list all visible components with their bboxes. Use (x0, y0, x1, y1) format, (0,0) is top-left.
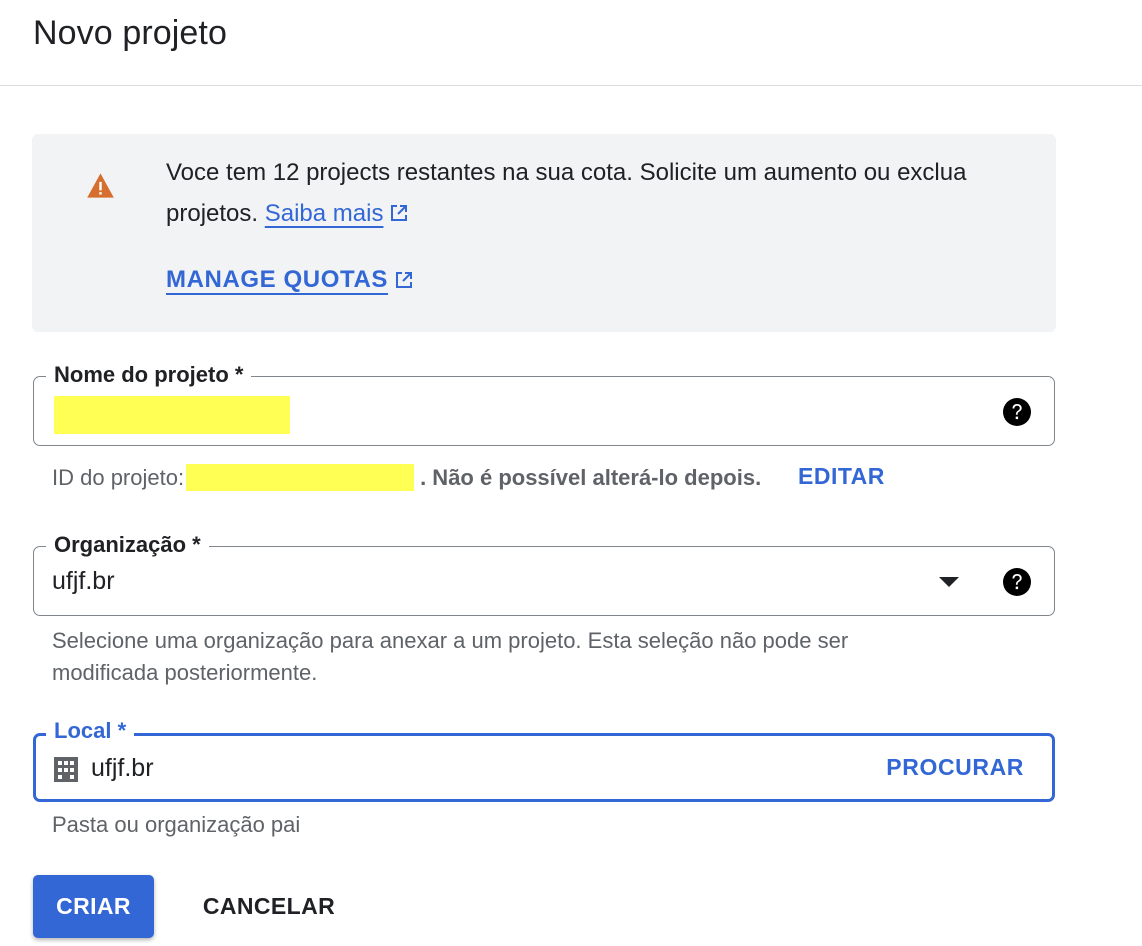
building-icon (54, 757, 78, 782)
location-value: ufjf.br (91, 754, 154, 782)
cancel-button[interactable]: CANCELAR (185, 875, 353, 938)
external-link-icon (391, 205, 408, 221)
project-id-prefix: ID do projeto: (52, 464, 185, 490)
manage-quotas-label: MANAGE QUOTAS (166, 266, 389, 293)
project-id-line: ID do projeto: . Não é possível alterá-l… (52, 464, 761, 491)
edit-project-id-button[interactable]: EDITAR (798, 463, 885, 490)
external-link-icon (396, 272, 413, 288)
manage-quotas-link[interactable]: MANAGE QUOTAS (166, 266, 414, 294)
warning-icon (87, 173, 114, 198)
organization-help-text: Selecione uma organização para anexar a … (52, 628, 849, 685)
help-icon[interactable] (1002, 397, 1032, 427)
project-id-note: . Não é possível alterá-lo depois. (420, 464, 762, 490)
project-name-field[interactable]: Nome do projeto * (33, 361, 1055, 446)
organization-value: ufjf.br (52, 567, 115, 595)
help-icon[interactable] (1002, 567, 1032, 597)
dropdown-arrow-icon[interactable] (939, 577, 959, 587)
organization-select[interactable]: Organização * ufjf.br (33, 531, 1055, 616)
quota-message: Voce tem 12 projects restantes na sua co… (166, 152, 1026, 234)
browse-button[interactable]: PROCURAR (886, 754, 1024, 781)
project-name-label: Nome do projeto * (46, 361, 252, 389)
location-help-text: Pasta ou organização pai (52, 812, 301, 837)
location-label: Local * (46, 717, 135, 745)
page-title: Novo projeto (33, 14, 227, 52)
redacted-project-name (54, 396, 290, 434)
create-button[interactable]: CRIAR (33, 875, 154, 938)
organization-label: Organização * (46, 531, 209, 559)
dialog-header: Novo projeto (0, 0, 1142, 86)
location-field[interactable]: Local * ufjf.br PROCURAR (33, 717, 1055, 802)
redacted-project-id (186, 464, 415, 491)
learn-more-link[interactable]: Saiba mais (265, 200, 384, 227)
